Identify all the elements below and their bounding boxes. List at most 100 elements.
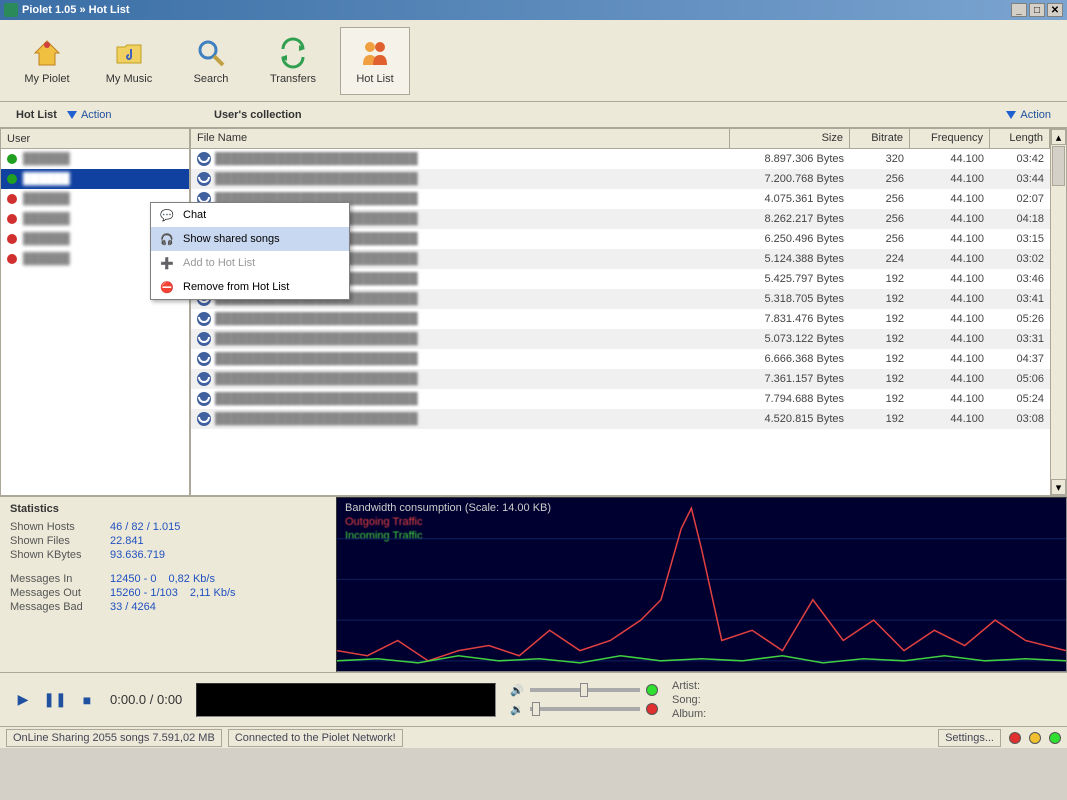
hot-list-action[interactable]: Action — [67, 109, 112, 121]
cell-bitrate: 192 — [850, 371, 910, 387]
audio-icon — [197, 152, 211, 166]
cell-length: 02:07 — [990, 191, 1050, 207]
dropdown-icon — [1006, 111, 1016, 119]
user-name: ██████ — [23, 233, 70, 245]
player-bar: ▶ ❚❚ ■ 0:00.0 / 0:00 🔊 🔉 Artist: Song: A… — [0, 672, 1067, 726]
cell-length: 03:41 — [990, 291, 1050, 307]
vertical-scrollbar[interactable]: ▴ ▾ — [1050, 129, 1066, 495]
user-row[interactable]: ██████ — [1, 149, 189, 169]
scroll-up-button[interactable]: ▴ — [1051, 129, 1066, 145]
cell-freq: 44.100 — [910, 291, 990, 307]
table-row[interactable]: ██████████████████████████6.666.368 Byte… — [191, 349, 1050, 369]
table-row[interactable]: ██████████████████████████ 7.831.476 Byte… — [191, 309, 1050, 329]
close-button[interactable]: ✕ — [1047, 3, 1063, 17]
status-led-green — [1049, 732, 1061, 744]
minimize-button[interactable]: _ — [1011, 3, 1027, 17]
stop-button[interactable]: ■ — [78, 691, 96, 709]
toolbar-label: Hot List — [356, 73, 393, 85]
cell-freq: 44.100 — [910, 331, 990, 347]
headphones-icon: 🎧 — [159, 231, 175, 247]
menu-chat[interactable]: 💬 Chat — [151, 203, 349, 227]
pause-button[interactable]: ❚❚ — [46, 691, 64, 709]
audio-icon — [197, 352, 211, 366]
context-menu: 💬 Chat 🎧 Show shared songs ➕ Add to Hot … — [150, 202, 350, 300]
status-dot — [7, 174, 17, 184]
audio-icon — [197, 172, 211, 186]
cell-freq: 44.100 — [910, 371, 990, 387]
balance-slider[interactable] — [530, 688, 640, 692]
table-row[interactable]: ██████████████████████████ 7.361.157 Byte… — [191, 369, 1050, 389]
status-settings[interactable]: Settings... — [938, 729, 1001, 747]
toolbar-hot-list[interactable]: Hot List — [340, 27, 410, 95]
cell-bitrate: 320 — [850, 151, 910, 167]
cell-freq: 44.100 — [910, 151, 990, 167]
cell-bitrate: 192 — [850, 351, 910, 367]
transfers-icon — [277, 37, 309, 69]
table-row[interactable]: ██████████████████████████7.794.688 Byte… — [191, 389, 1050, 409]
home-icon — [31, 37, 63, 69]
cell-size: 7.831.476 Bytes — [730, 311, 850, 327]
status-sharing: OnLine Sharing 2055 songs 7.591,02 MB — [6, 729, 222, 747]
cell-freq: 44.100 — [910, 271, 990, 287]
cell-bitrate: 192 — [850, 391, 910, 407]
user-list: ████████████████████████████████████ — [1, 149, 189, 495]
bandwidth-chart — [337, 498, 1066, 671]
status-dot — [7, 194, 17, 204]
table-header: File Name Size Bitrate Frequency Length — [191, 129, 1050, 149]
menu-show-shared[interactable]: 🎧 Show shared songs — [151, 227, 349, 251]
chat-icon: 💬 — [159, 207, 175, 223]
title-bar: Piolet 1.05 » Hot List _ □ ✕ — [0, 0, 1067, 20]
cell-length: 03:42 — [990, 151, 1050, 167]
user-name: ██████ — [23, 213, 70, 225]
toolbar-search[interactable]: Search — [176, 27, 246, 95]
toolbar-my-music[interactable]: My Music — [94, 27, 164, 95]
cell-size: 6.250.496 Bytes — [730, 231, 850, 247]
scroll-down-button[interactable]: ▾ — [1051, 479, 1066, 495]
app-icon — [4, 3, 18, 17]
bandwidth-graph: Bandwidth consumption (Scale: 14.00 KB) … — [336, 497, 1067, 672]
user-row[interactable]: ██████ — [1, 169, 189, 189]
cell-size: 7.361.157 Bytes — [730, 371, 850, 387]
cell-freq: 44.100 — [910, 411, 990, 427]
hot-list-pane: User ███████████████████████████████████… — [0, 128, 190, 496]
cell-size: 5.124.388 Bytes — [730, 251, 850, 267]
toolbar-label: Transfers — [270, 73, 316, 85]
status-bar: OnLine Sharing 2055 songs 7.591,02 MB Co… — [0, 726, 1067, 748]
file-name: ██████████████████████████ — [215, 373, 418, 385]
cell-size: 5.073.122 Bytes — [730, 331, 850, 347]
main-toolbar: My Piolet My Music Search Transfers Hot … — [0, 20, 1067, 102]
volume-icon: 🔉 — [510, 703, 524, 716]
scroll-thumb[interactable] — [1052, 146, 1065, 186]
col-size[interactable]: Size — [730, 129, 850, 148]
cell-bitrate: 256 — [850, 171, 910, 187]
col-filename[interactable]: File Name — [191, 129, 730, 148]
toolbar-my-piolet[interactable]: My Piolet — [12, 27, 82, 95]
table-row[interactable]: ██████████████████████████8.897.306 Byte… — [191, 149, 1050, 169]
folder-music-icon — [113, 37, 145, 69]
stats-title: Statistics — [10, 503, 326, 515]
maximize-button[interactable]: □ — [1029, 3, 1045, 17]
table-row[interactable]: ██████████████████████████7.200.768 Byte… — [191, 169, 1050, 189]
panel-header-row: Hot List Action User's collection Action — [0, 102, 1067, 128]
collection-action[interactable]: Action — [1006, 109, 1051, 121]
toolbar-transfers[interactable]: Transfers — [258, 27, 328, 95]
status-dot — [7, 234, 17, 244]
cell-size: 7.200.768 Bytes — [730, 171, 850, 187]
menu-remove-hotlist[interactable]: ⛔ Remove from Hot List — [151, 275, 349, 299]
cell-length: 03:46 — [990, 271, 1050, 287]
hot-list-title: Hot List — [16, 109, 57, 121]
status-dot — [7, 154, 17, 164]
toolbar-label: My Piolet — [24, 73, 69, 85]
table-row[interactable]: ██████████████████████████5.073.122 Byte… — [191, 329, 1050, 349]
col-frequency[interactable]: Frequency — [910, 129, 990, 148]
volume-slider[interactable] — [530, 707, 640, 711]
stats-row: Statistics Shown Hosts46 / 82 / 1.015 Sh… — [0, 496, 1067, 672]
col-bitrate[interactable]: Bitrate — [850, 129, 910, 148]
track-metadata: Artist: Song: Album: — [672, 680, 706, 720]
col-length[interactable]: Length — [990, 129, 1050, 148]
play-button[interactable]: ▶ — [14, 691, 32, 709]
cell-size: 4.075.361 Bytes — [730, 191, 850, 207]
user-column-header[interactable]: User — [1, 129, 189, 149]
file-name: ██████████████████████████ — [215, 313, 418, 325]
table-row[interactable]: ██████████████████████████4.520.815 Byte… — [191, 409, 1050, 429]
